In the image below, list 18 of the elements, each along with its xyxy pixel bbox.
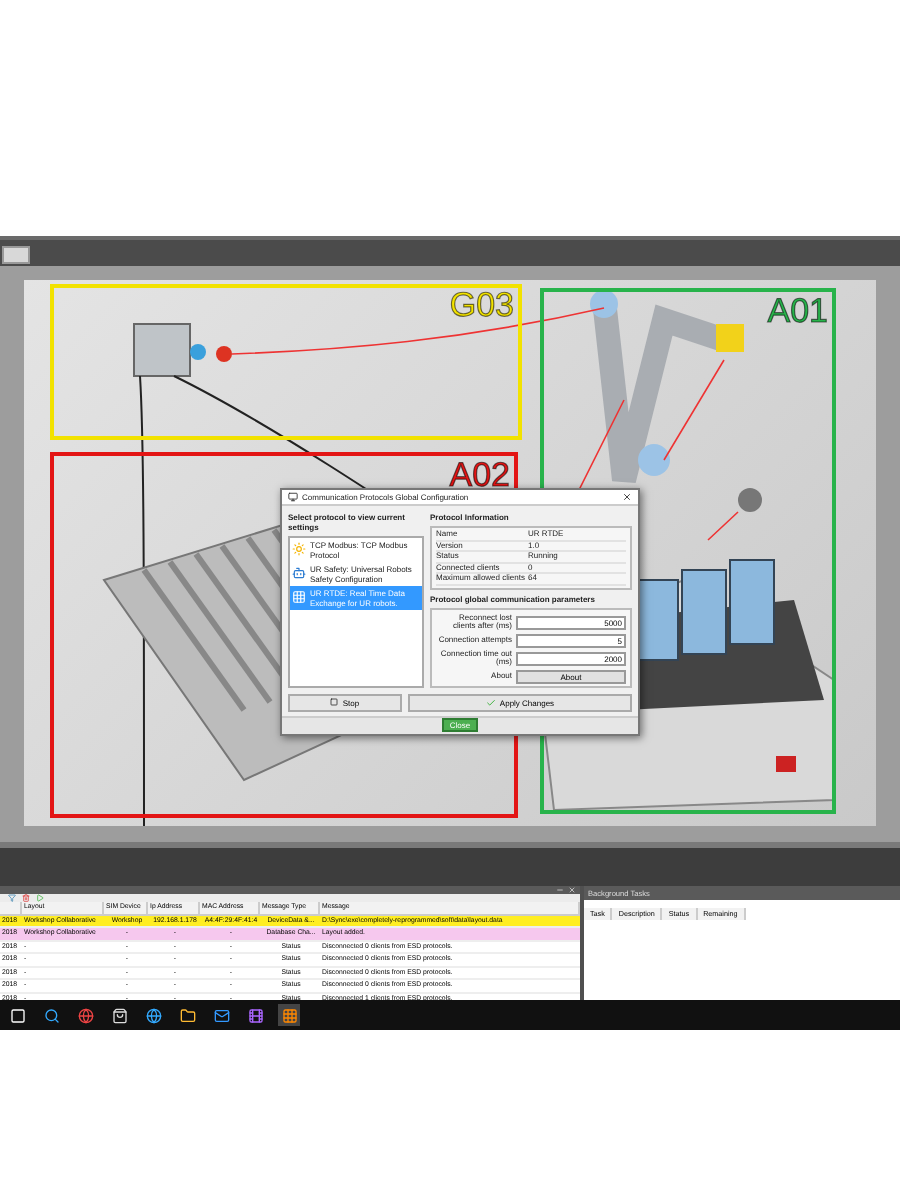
globe-icon[interactable]: [145, 1007, 161, 1023]
bag-icon[interactable]: [111, 1007, 127, 1023]
folder-icon[interactable]: [179, 1007, 195, 1023]
grid-icon[interactable]: [281, 1007, 297, 1023]
check-icon: [485, 697, 496, 708]
mail-icon[interactable]: [213, 1007, 229, 1023]
robot-icon: [292, 566, 306, 581]
zone-label: A02: [449, 458, 510, 492]
stop-icon: [330, 698, 339, 707]
zone-label: A01: [767, 294, 828, 328]
film-icon[interactable]: [247, 1007, 263, 1023]
search-icon[interactable]: [43, 1007, 59, 1023]
sun-icon: [292, 542, 306, 557]
delete-icon[interactable]: [22, 894, 30, 902]
start-icon[interactable]: [9, 1007, 25, 1023]
app-icon: [288, 491, 298, 502]
globe-icon[interactable]: [77, 1007, 93, 1023]
zone-label: G03: [449, 288, 514, 322]
